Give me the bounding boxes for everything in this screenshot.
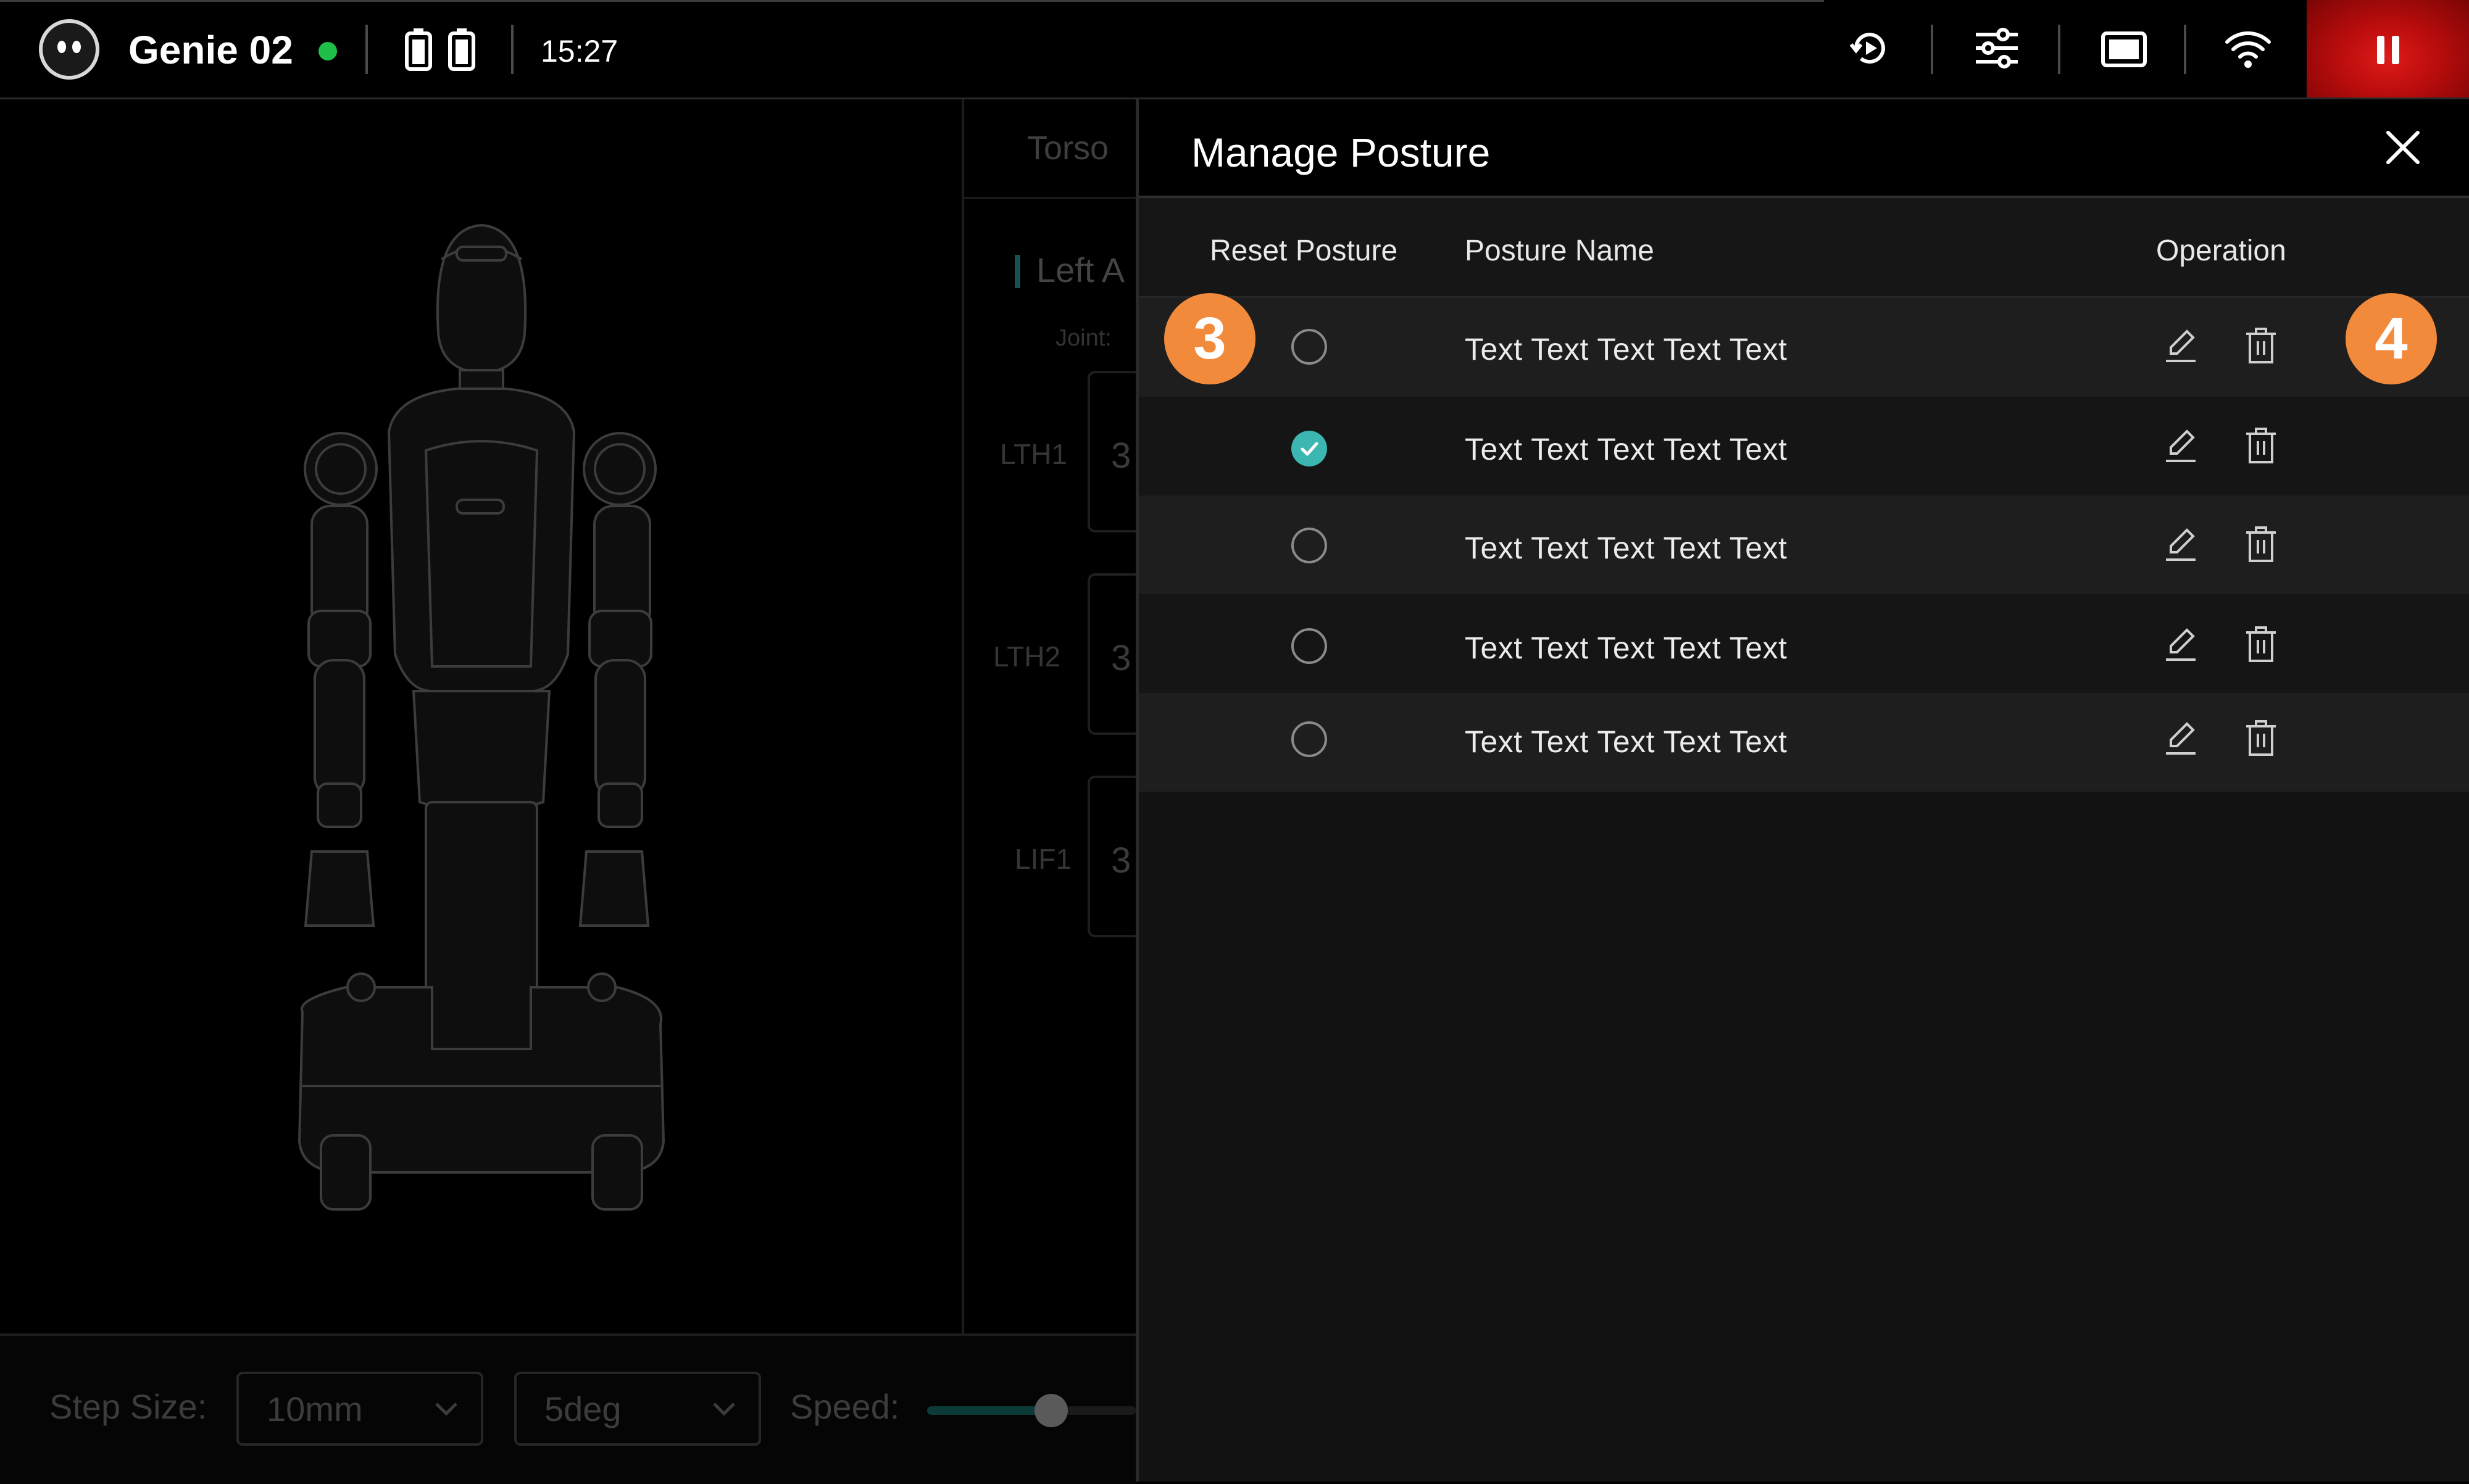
check-icon xyxy=(1301,442,1318,456)
section-title: Left A xyxy=(1036,251,1125,289)
section-indicator xyxy=(1015,255,1020,288)
joint-value: 3 xyxy=(1111,638,1131,678)
battery-icon xyxy=(448,27,476,75)
pause-button[interactable] xyxy=(2307,0,2469,97)
battery-icon xyxy=(404,27,433,75)
trash-icon xyxy=(2246,526,2276,562)
step-mm-value: 10mm xyxy=(267,1390,363,1428)
edit-icon xyxy=(2166,528,2196,561)
edit-button[interactable] xyxy=(2162,719,2199,760)
table-header: Reset Posture Posture Name Operation xyxy=(1139,198,2469,298)
trash-icon xyxy=(2246,626,2276,662)
joint-name: LTH1 xyxy=(1000,438,1068,470)
robot-illustration xyxy=(298,223,665,1211)
posture-name: Text Text Text Text Text xyxy=(1465,332,1788,367)
table-row: Text Text Text Text Text xyxy=(1139,594,2469,693)
sliders-icon[interactable] xyxy=(1973,26,2020,70)
speed-slider-track[interactable] xyxy=(927,1406,1136,1415)
manage-posture-dialog: Manage Posture Reset Posture Posture Nam… xyxy=(1136,99,2469,1482)
trash-icon xyxy=(2246,720,2276,756)
robot-view xyxy=(0,99,960,1333)
wifi-icon[interactable] xyxy=(2223,30,2273,69)
delete-button[interactable] xyxy=(2244,425,2278,469)
joint-name: LIF1 xyxy=(1015,843,1072,875)
edit-button[interactable] xyxy=(2162,426,2199,468)
callout-marker-4: 4 xyxy=(2346,293,2437,384)
clock: 15:27 xyxy=(541,34,618,68)
reset-posture-radio[interactable] xyxy=(1291,528,1327,563)
column-operation: Operation xyxy=(2156,234,2286,267)
column-posture-name: Posture Name xyxy=(1465,234,1654,267)
joint-panel: Torso Left A Joint: LTH1 3 LTH2 3 LIF1 3 xyxy=(962,99,1149,1333)
close-button[interactable] xyxy=(2383,128,2423,167)
reset-posture-radio-selected[interactable] xyxy=(1291,431,1327,466)
delete-button[interactable] xyxy=(2244,524,2278,568)
posture-name: Text Text Text Text Text xyxy=(1465,631,1788,665)
robot-face-icon xyxy=(38,19,100,83)
joint-label: Joint: xyxy=(1055,325,1112,351)
joint-value: 3 xyxy=(1111,436,1131,476)
dialog-header: Manage Posture xyxy=(1139,99,2469,198)
step-deg-select[interactable]: 5deg xyxy=(514,1372,761,1446)
step-size-label: Step Size: xyxy=(49,1387,207,1426)
step-mm-select[interactable]: 10mm xyxy=(236,1372,483,1446)
speed-slider-handle[interactable] xyxy=(1035,1394,1068,1427)
reset-posture-radio[interactable] xyxy=(1291,721,1327,757)
tab-torso[interactable]: Torso xyxy=(1027,129,1109,167)
table-row: Text Text Text Text Text xyxy=(1139,397,2469,495)
table-row: Text Text Text Text Text xyxy=(1139,693,2469,792)
edit-button[interactable] xyxy=(2162,326,2199,368)
joint-name: LTH2 xyxy=(993,640,1061,673)
edit-button[interactable] xyxy=(2162,525,2199,566)
speed-label: Speed: xyxy=(790,1387,900,1426)
chevron-down-icon xyxy=(713,1403,735,1416)
reset-posture-radio[interactable] xyxy=(1291,329,1327,365)
edit-icon xyxy=(2166,330,2196,362)
pause-icon xyxy=(2377,36,2399,64)
dialog-title: Manage Posture xyxy=(1191,130,1491,175)
edit-button[interactable] xyxy=(2162,625,2199,666)
delete-button[interactable] xyxy=(2244,624,2278,668)
trash-icon xyxy=(2246,428,2276,463)
callout-marker-3: 3 xyxy=(1164,293,1255,384)
reset-posture-radio[interactable] xyxy=(1291,628,1327,664)
table-row: Text Text Text Text Text xyxy=(1139,298,2469,397)
step-deg-value: 5deg xyxy=(544,1390,622,1428)
connection-status-dot xyxy=(319,42,337,60)
trash-icon xyxy=(2246,328,2276,363)
posture-name: Text Text Text Text Text xyxy=(1465,531,1788,565)
step-control-bar: Step Size: 10mm 5deg Speed: xyxy=(0,1333,1136,1484)
delete-button[interactable] xyxy=(2244,325,2278,369)
edit-icon xyxy=(2166,628,2196,661)
delete-button[interactable] xyxy=(2244,718,2278,761)
posture-name: Text Text Text Text Text xyxy=(1465,432,1788,466)
screen-icon[interactable] xyxy=(2101,31,2147,68)
chevron-down-icon xyxy=(435,1403,457,1416)
posture-name: Text Text Text Text Text xyxy=(1465,724,1788,759)
replay-icon[interactable] xyxy=(1847,26,1892,70)
close-icon xyxy=(2386,131,2420,164)
table-row: Text Text Text Text Text xyxy=(1139,495,2469,594)
robot-name: Genie 02 xyxy=(128,28,293,72)
joint-value: 3 xyxy=(1111,840,1131,881)
edit-icon xyxy=(2166,429,2196,462)
column-reset-posture: Reset Posture xyxy=(1210,234,1398,267)
edit-icon xyxy=(2166,722,2196,755)
status-bar: Genie 02 15:27 xyxy=(0,0,2469,99)
